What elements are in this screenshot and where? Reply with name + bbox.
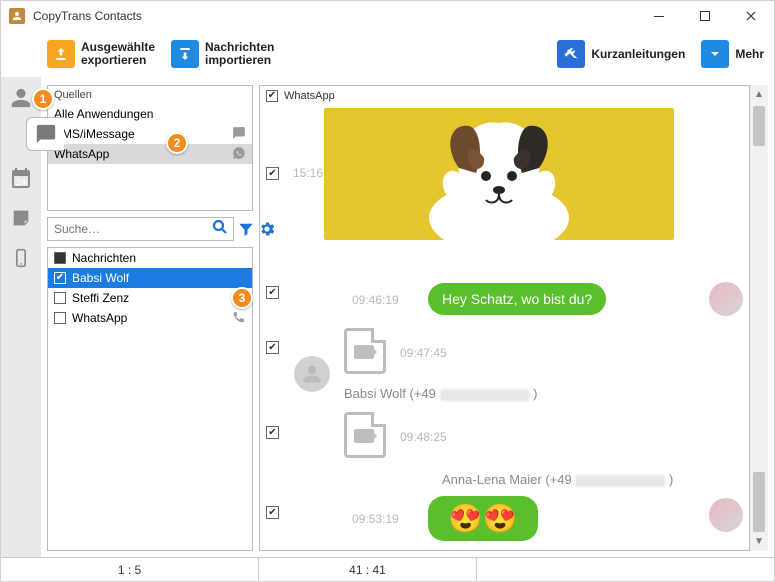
sender-label: Anna-Lena Maier (+49 ) — [442, 472, 673, 487]
sender-label: Babsi Wolf (+49 ) — [344, 386, 537, 401]
svg-text:24: 24 — [16, 177, 26, 187]
chats-header-row[interactable]: Nachrichten — [48, 248, 252, 268]
message-bubble[interactable]: 😍😍 — [428, 496, 538, 541]
video-file-icon[interactable] — [344, 328, 386, 374]
chat-item-whatsapp[interactable]: WhatsApp — [48, 308, 252, 328]
msg-checkbox[interactable] — [266, 341, 279, 354]
import-icon — [171, 40, 199, 68]
export-selected-button[interactable]: Ausgewählte exportieren — [47, 40, 155, 68]
msg-checkbox[interactable] — [266, 286, 279, 299]
export-icon — [47, 40, 75, 68]
rail-device[interactable] — [6, 243, 36, 273]
search-input-wrap[interactable] — [47, 217, 234, 241]
step-badge-3: 3 — [231, 287, 253, 309]
checkbox[interactable] — [54, 292, 66, 304]
source-item-whatsapp[interactable]: WhatsApp — [48, 144, 252, 164]
scroll-down-icon[interactable]: ▼ — [754, 536, 764, 547]
status-total-count: 41 : 41 — [259, 558, 477, 581]
search-input[interactable] — [52, 221, 211, 237]
step-badge-2: 2 — [166, 132, 188, 154]
step-badge-1: 1 — [32, 88, 54, 110]
sources-header: Quellen — [48, 86, 252, 104]
minimize-button[interactable] — [636, 1, 682, 31]
conversation-title: WhatsApp — [284, 90, 335, 102]
chevron-down-icon — [701, 40, 729, 68]
video-file-icon[interactable] — [344, 412, 386, 458]
msg-checkbox[interactable] — [266, 426, 279, 439]
avatar-self — [709, 282, 743, 316]
rail-calendar[interactable]: 24 — [6, 163, 36, 193]
message-bubble[interactable]: Hey Schatz, wo bist du? — [428, 283, 606, 315]
conversation-checkbox[interactable] — [266, 90, 278, 102]
app-icon — [9, 8, 25, 24]
chat-item-babsi[interactable]: Babsi Wolf — [48, 268, 252, 288]
msg-time: 09:47:45 — [400, 346, 447, 360]
msg-time: 09:48:25 — [400, 430, 447, 444]
scroll-up-icon[interactable]: ▲ — [754, 89, 764, 100]
checkbox[interactable] — [54, 312, 66, 324]
search-icon[interactable] — [211, 218, 229, 241]
phone-icon — [232, 310, 246, 327]
status-selected-count: 1 : 5 — [1, 558, 259, 581]
msg-time: 09:46:19 — [352, 293, 399, 307]
avatar-self — [709, 498, 743, 532]
window-title: CopyTrans Contacts — [33, 9, 142, 23]
checkbox[interactable] — [54, 272, 66, 284]
msg-checkbox[interactable] — [266, 506, 279, 519]
msg-checkbox[interactable] — [266, 167, 279, 180]
rail-messages-active[interactable] — [26, 117, 64, 151]
checkbox-all[interactable] — [54, 252, 66, 264]
whatsapp-icon — [232, 146, 246, 163]
scroll-thumb[interactable] — [753, 472, 765, 532]
import-messages-button[interactable]: Nachrichten importieren — [171, 40, 274, 68]
avatar-contact — [294, 356, 330, 392]
quickguides-button[interactable]: Kurzanleitungen — [557, 40, 685, 68]
msg-time: 09:53:19 — [352, 512, 399, 526]
close-button[interactable] — [728, 1, 774, 31]
tools-icon — [557, 40, 585, 68]
scroll-thumb[interactable] — [753, 106, 765, 146]
scrollbar[interactable]: ▲ ▼ — [750, 85, 768, 551]
chat-icon — [232, 126, 246, 143]
more-button[interactable]: Mehr — [701, 40, 764, 68]
rail-notes[interactable] — [6, 203, 36, 233]
maximize-button[interactable] — [682, 1, 728, 31]
source-item-all[interactable]: Alle Anwendungen — [48, 104, 252, 124]
source-item-sms[interactable]: SMS/iMessage — [48, 124, 252, 144]
chat-item-steffi[interactable]: Steffi Zenz — [48, 288, 252, 308]
msg-time: 15:16 — [293, 166, 323, 180]
filter-button[interactable] — [237, 217, 255, 241]
